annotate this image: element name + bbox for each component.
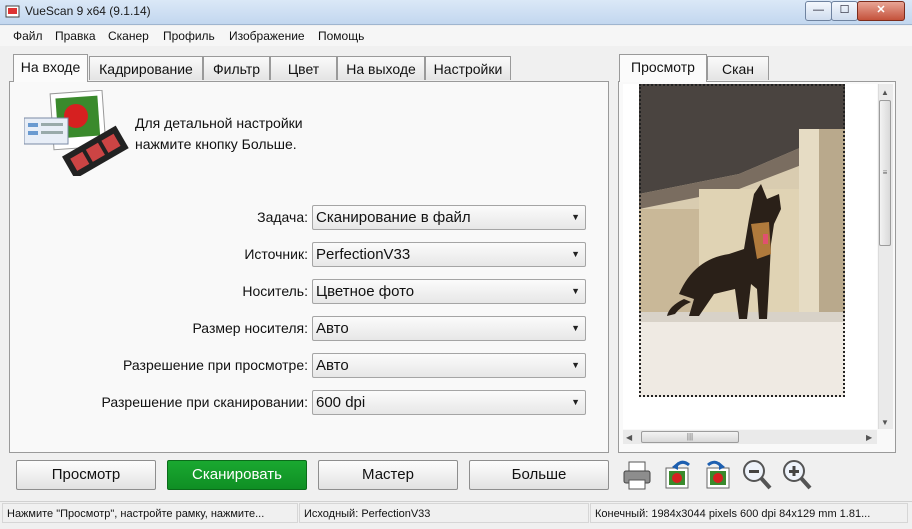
minimize-button[interactable]: —	[805, 1, 832, 21]
window-title: VueScan 9 x64 (9.1.14)	[25, 4, 151, 18]
maximize-button[interactable]: ☐	[831, 1, 858, 21]
app-icon	[5, 5, 20, 18]
task-value: Сканирование в файл	[316, 209, 471, 226]
task-label: Задача:	[257, 209, 308, 225]
menu-file[interactable]: Файл	[13, 29, 43, 43]
tab-crop[interactable]: Кадрирование	[89, 56, 203, 80]
media-size-select[interactable]: Авто ▼	[312, 316, 586, 341]
scroll-up-icon[interactable]: ▲	[881, 88, 889, 97]
chevron-down-icon: ▼	[571, 397, 580, 407]
media-size-value: Авто	[316, 320, 349, 337]
source-label: Источник:	[244, 246, 308, 262]
hint-text: Для детальной настройки нажмите кнопку Б…	[135, 113, 303, 155]
chevron-down-icon: ▼	[571, 360, 580, 370]
horizontal-scroll-thumb[interactable]: |||	[641, 431, 739, 443]
task-select[interactable]: Сканирование в файл ▼	[312, 205, 586, 230]
menu-edit[interactable]: Правка	[55, 29, 96, 43]
preview-resolution-value: Авто	[316, 357, 349, 374]
wizard-button[interactable]: Мастер	[318, 460, 458, 490]
menu-image[interactable]: Изображение	[229, 29, 305, 43]
scan-resolution-label: Разрешение при сканировании:	[101, 394, 309, 410]
source-value: PerfectionV33	[316, 246, 411, 263]
crop-frame[interactable]	[639, 84, 845, 397]
status-output: Конечный: 1984x3044 pixels 600 dpi 84x12…	[590, 503, 908, 523]
chevron-down-icon: ▼	[571, 249, 580, 259]
tab-input[interactable]: На входе	[13, 54, 88, 82]
scan-resolution-value: 600 dpi	[316, 394, 366, 411]
media-select[interactable]: Цветное фото ▼	[312, 279, 586, 304]
tab-scan[interactable]: Скан	[707, 56, 769, 80]
menu-bar: Файл Правка Сканер Профиль Изображение П…	[0, 26, 912, 46]
printer-icon[interactable]	[621, 458, 653, 492]
scan-resolution-select[interactable]: 600 dpi ▼	[312, 390, 586, 415]
scan-button[interactable]: Сканировать	[167, 460, 307, 490]
tab-filter[interactable]: Фильтр	[203, 56, 270, 80]
source-select[interactable]: PerfectionV33 ▼	[312, 242, 586, 267]
status-hint: Нажмите "Просмотр", настройте рамку, наж…	[2, 503, 298, 523]
tab-preview[interactable]: Просмотр	[619, 54, 707, 82]
chevron-down-icon: ▼	[571, 286, 580, 296]
chevron-down-icon: ▼	[571, 212, 580, 222]
close-button[interactable]: ✕	[857, 1, 905, 21]
chevron-down-icon: ▼	[571, 323, 580, 333]
rotate-left-icon[interactable]	[662, 458, 694, 492]
preview-resolution-select[interactable]: Авто ▼	[312, 353, 586, 378]
tab-color[interactable]: Цвет	[270, 56, 337, 80]
preview-resolution-label: Разрешение при просмотре:	[123, 357, 308, 373]
tab-output[interactable]: На выходе	[337, 56, 425, 80]
zoom-in-icon[interactable]	[781, 458, 813, 492]
media-label: Носитель:	[242, 283, 308, 299]
status-source: Исходный: PerfectionV33	[299, 503, 589, 523]
vertical-scroll-thumb[interactable]: ≡	[879, 100, 891, 246]
preview-button[interactable]: Просмотр	[16, 460, 156, 490]
media-size-label: Размер носителя:	[192, 320, 308, 336]
more-button[interactable]: Больше	[469, 460, 609, 490]
tab-settings[interactable]: Настройки	[425, 56, 511, 80]
menu-profile[interactable]: Профиль	[163, 29, 215, 43]
scroll-down-icon[interactable]: ▼	[881, 418, 889, 427]
hint-line-1: Для детальной настройки	[135, 115, 303, 131]
zoom-out-icon[interactable]	[741, 458, 773, 492]
scroll-right-icon[interactable]: ▶	[866, 433, 872, 442]
menu-help[interactable]: Помощь	[318, 29, 364, 43]
hint-line-2: нажмите кнопку Больше.	[135, 136, 297, 152]
menu-scanner[interactable]: Сканер	[108, 29, 149, 43]
scan-illustration-icon	[24, 90, 129, 176]
media-value: Цветное фото	[316, 283, 415, 300]
scroll-left-icon[interactable]: ◀	[626, 433, 632, 442]
rotate-right-icon[interactable]	[703, 458, 735, 492]
